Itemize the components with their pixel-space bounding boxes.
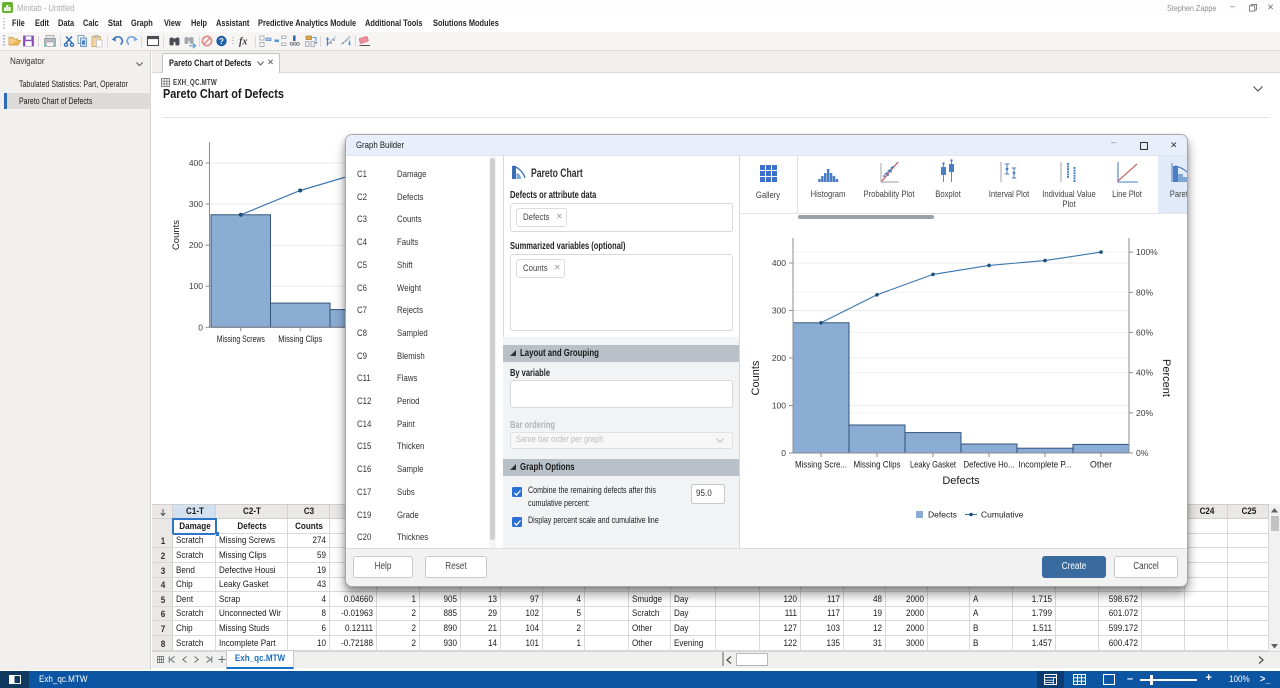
svg-text:Other: Other xyxy=(1090,460,1112,471)
svg-text:200: 200 xyxy=(772,353,786,363)
svg-text:Incomplete P...: Incomplete P... xyxy=(1019,460,1072,471)
svg-text:60%: 60% xyxy=(1136,327,1153,337)
svg-text:Defects: Defects xyxy=(928,510,957,520)
svg-text:Missing Screws: Missing Screws xyxy=(217,334,265,345)
svg-text:Defective Ho...: Defective Ho... xyxy=(964,460,1015,471)
svg-text:Defects: Defects xyxy=(942,475,980,487)
svg-text:Cumulative: Cumulative xyxy=(981,510,1024,520)
svg-text:?: ? xyxy=(219,37,224,46)
svg-text:Leaky Gasket: Leaky Gasket xyxy=(910,460,956,471)
svg-text:20%: 20% xyxy=(1136,408,1153,418)
svg-text:40%: 40% xyxy=(1136,368,1153,378)
svg-text:Counts: Counts xyxy=(750,360,762,395)
svg-text:Missing Clips: Missing Clips xyxy=(854,460,901,471)
svg-text:Percent: Percent xyxy=(1160,359,1172,397)
svg-text:400: 400 xyxy=(189,158,203,168)
svg-text:0%: 0% xyxy=(1136,448,1149,458)
svg-text:100: 100 xyxy=(772,401,786,411)
svg-text:fx: fx xyxy=(239,37,247,48)
svg-text:300: 300 xyxy=(189,199,203,209)
svg-text:Missing Clips: Missing Clips xyxy=(278,334,322,345)
svg-text:100: 100 xyxy=(189,281,203,291)
svg-text:0: 0 xyxy=(781,448,786,458)
svg-text:400: 400 xyxy=(772,258,786,268)
svg-text:Missing Scre...: Missing Scre... xyxy=(795,460,847,471)
svg-text:100%: 100% xyxy=(1136,247,1158,257)
svg-text:0: 0 xyxy=(198,322,203,332)
svg-text:80%: 80% xyxy=(1136,287,1153,297)
svg-text:300: 300 xyxy=(772,306,786,316)
svg-text:Counts: Counts xyxy=(171,220,182,250)
svg-text:200: 200 xyxy=(189,240,203,250)
